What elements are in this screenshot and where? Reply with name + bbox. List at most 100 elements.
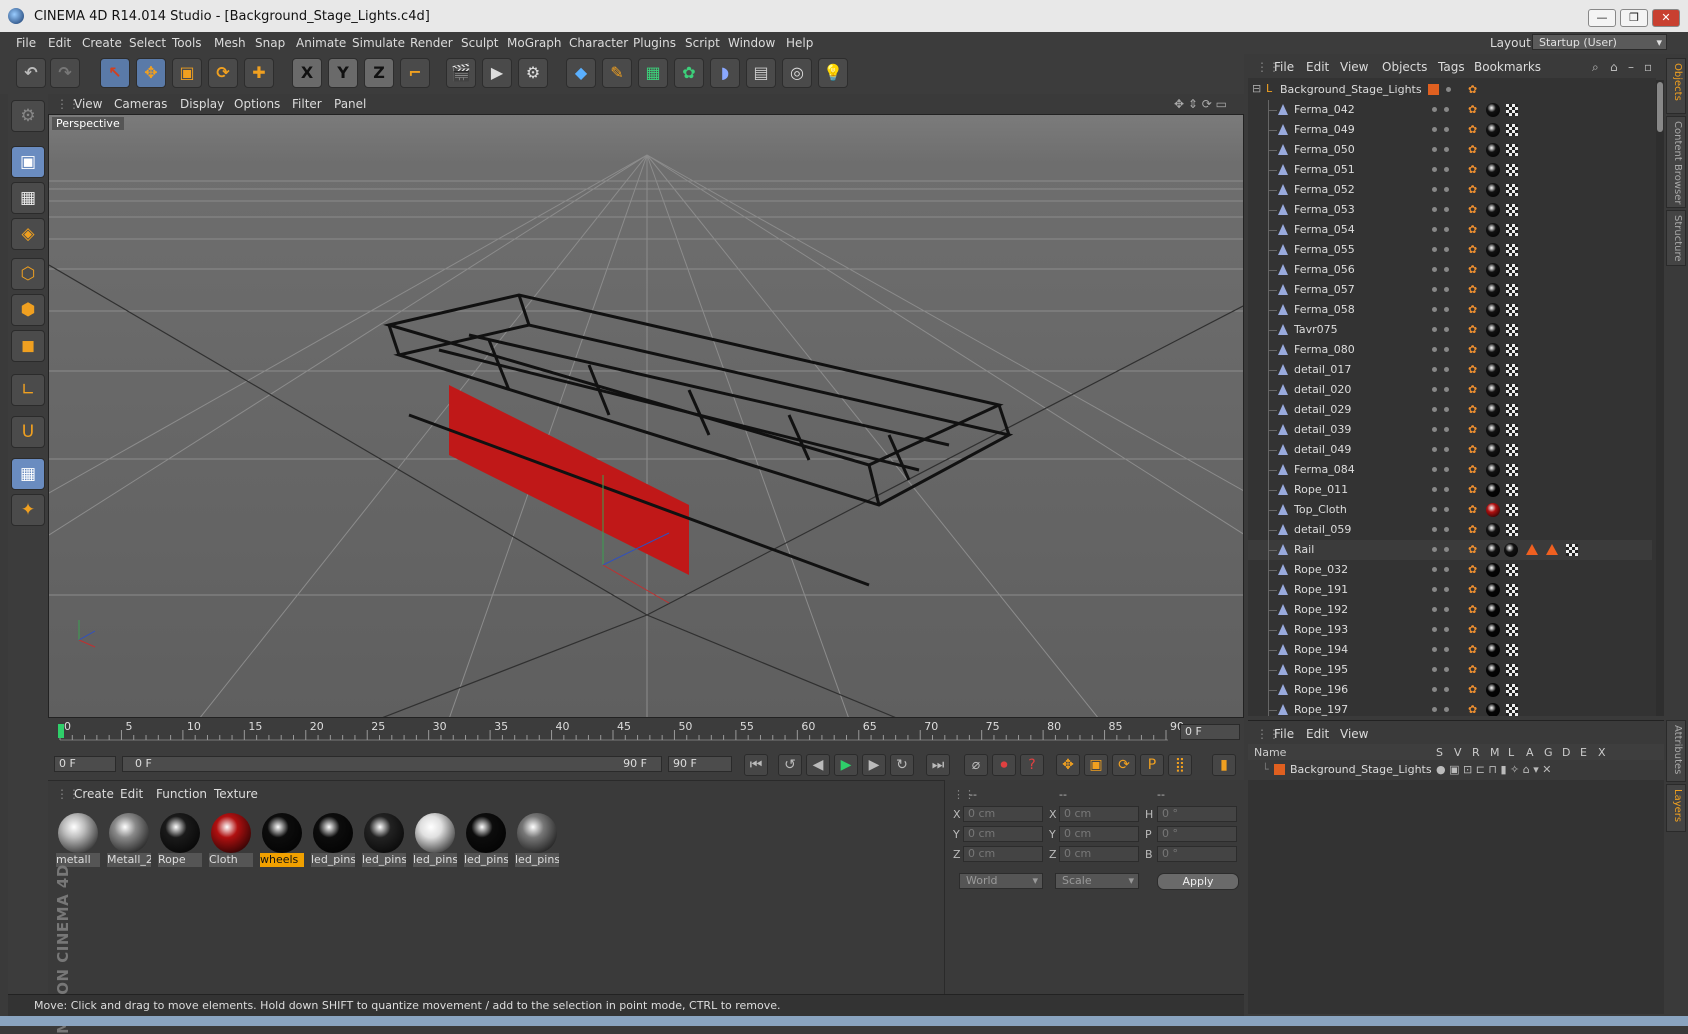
object-row[interactable]: Ferma_057 ✿ [1248, 280, 1652, 300]
viewport-menu-view[interactable]: View [74, 97, 102, 111]
material-tag-icon[interactable] [1486, 583, 1500, 597]
material-swatch[interactable]: led_pins [515, 811, 559, 867]
floor-object-button[interactable]: ▤ [746, 58, 776, 88]
editor-visibility-dot[interactable] [1432, 607, 1437, 612]
editor-visibility-dot[interactable] [1432, 707, 1437, 712]
material-tag-icon[interactable] [1486, 623, 1500, 637]
menu-plugins[interactable]: Plugins [633, 36, 676, 50]
object-tree-scrollbar[interactable] [1656, 80, 1664, 716]
objects-menu-file[interactable]: File [1274, 60, 1294, 74]
go-to-end-button[interactable]: ⏭ [926, 754, 950, 776]
object-row[interactable]: Rope_191 ✿ [1248, 580, 1652, 600]
material-tag-icon[interactable] [1486, 183, 1500, 197]
render-visibility-dot[interactable] [1444, 427, 1449, 432]
material-tag-icon[interactable] [1486, 423, 1500, 437]
render-visibility-dot[interactable] [1444, 287, 1449, 292]
viewport-menu-filter[interactable]: Filter [292, 97, 322, 111]
render-visibility-dot[interactable] [1444, 367, 1449, 372]
object-row[interactable]: detail_017 ✿ [1248, 360, 1652, 380]
material-tag-icon[interactable] [1486, 503, 1500, 517]
phong-tag-icon[interactable]: ✿ [1468, 143, 1482, 157]
object-row[interactable]: Rope_194 ✿ [1248, 640, 1652, 660]
coordinate-mode-select[interactable]: World ▾ [959, 873, 1043, 889]
uvw-tag-icon[interactable] [1506, 704, 1518, 716]
uvw-tag-icon[interactable] [1506, 244, 1518, 256]
move-tool-button[interactable]: ✥ [136, 58, 166, 88]
objects-menu-bookmarks[interactable]: Bookmarks [1474, 60, 1541, 74]
uvw-tag-icon[interactable] [1506, 424, 1518, 436]
menu-mograph[interactable]: MoGraph [507, 36, 562, 50]
editor-visibility-dot[interactable] [1432, 547, 1437, 552]
object-row[interactable]: Tavr075 ✿ [1248, 320, 1652, 340]
new-window-icon[interactable]: ▫ [1644, 60, 1652, 74]
model-mode-button[interactable]: ▣ [11, 146, 45, 178]
menu-sculpt[interactable]: Sculpt [461, 36, 498, 50]
editor-visibility-dot[interactable] [1432, 367, 1437, 372]
phong-tag-icon[interactable]: ✿ [1468, 163, 1482, 177]
search-icon[interactable]: ⌕ [1592, 60, 1599, 75]
phong-tag-icon[interactable]: ✿ [1468, 423, 1482, 437]
scale-tool-button[interactable]: ▣ [172, 58, 202, 88]
phong-tag-icon[interactable]: ✿ [1468, 283, 1482, 297]
render-visibility-dot[interactable] [1444, 627, 1449, 632]
viewport-menu-cameras[interactable]: Cameras [114, 97, 167, 111]
material-tag-icon[interactable] [1486, 243, 1500, 257]
render-view-button[interactable]: 🎬 [446, 58, 476, 88]
render-visibility-dot[interactable] [1444, 687, 1449, 692]
phong-tag-icon[interactable]: ✿ [1468, 703, 1482, 716]
object-row[interactable]: detail_059 ✿ [1248, 520, 1652, 540]
render-settings-button[interactable]: ⚙ [518, 58, 548, 88]
timeline-ruler[interactable]: 0 5 10 15 20 25 30 35 40 45 50 55 60 65 70 75 80 85 90 0 F [48, 718, 1244, 746]
material-tag-icon[interactable] [1486, 223, 1500, 237]
material-swatch[interactable]: led_pins [362, 811, 406, 867]
uvw-tag-icon[interactable] [1506, 344, 1518, 356]
uvw-tag-icon[interactable] [1506, 224, 1518, 236]
phong-tag-icon[interactable]: ✿ [1468, 483, 1482, 497]
uvw-tag-icon[interactable] [1506, 324, 1518, 336]
menu-simulate[interactable]: Simulate [352, 36, 405, 50]
uvw-tag-icon[interactable] [1506, 264, 1518, 276]
material-tag-icon[interactable] [1486, 163, 1500, 177]
render-visibility-dot[interactable] [1444, 407, 1449, 412]
editor-visibility-dot[interactable] [1432, 467, 1437, 472]
editor-visibility-dot[interactable] [1432, 187, 1437, 192]
material-tag-icon[interactable] [1486, 563, 1500, 577]
material-tag-icon[interactable] [1486, 143, 1500, 157]
key-pla-button[interactable]: ⣿ [1168, 754, 1192, 776]
z-axis-lock-button[interactable]: Z [364, 58, 394, 88]
phong-tag-icon[interactable]: ✿ [1468, 363, 1482, 377]
redo-button[interactable]: ↷ [50, 58, 80, 88]
layer-toggle-icons[interactable]: ● ▣ ⊡ ⊏ ⊓ ▮ ✧ ⌂ ▾ ✕ [1436, 763, 1551, 776]
uvw-tag-icon[interactable] [1506, 604, 1518, 616]
phong-tag-icon[interactable]: ✿ [1468, 263, 1482, 277]
uvw-tag-icon[interactable] [1506, 624, 1518, 636]
render-visibility-dot[interactable] [1444, 507, 1449, 512]
rotate-tool-button[interactable]: ⟳ [208, 58, 238, 88]
phong-tag-icon[interactable]: ✿ [1468, 503, 1482, 517]
tab-layers[interactable]: Layers [1666, 784, 1686, 832]
phong-tag-icon[interactable]: ✿ [1468, 583, 1482, 597]
phong-tag-icon[interactable]: ✿ [1468, 303, 1482, 317]
object-row[interactable]: Rope_192 ✿ [1248, 600, 1652, 620]
render-visibility-dot[interactable] [1444, 307, 1449, 312]
uvw-tag-icon[interactable] [1506, 664, 1518, 676]
phong-tag-icon[interactable]: ✿ [1468, 523, 1482, 537]
key-rotation-button[interactable]: ⟳ [1112, 754, 1136, 776]
phong-tag-icon[interactable]: ✿ [1468, 543, 1482, 557]
phong-tag-icon[interactable]: ✿ [1468, 323, 1482, 337]
object-row[interactable]: Rope_193 ✿ [1248, 620, 1652, 640]
live-selection-button[interactable]: ↖ [100, 58, 130, 88]
object-row[interactable]: Ferma_049 ✿ [1248, 120, 1652, 140]
size-x-field[interactable]: 0 cm [1059, 806, 1139, 822]
uvw-tag-icon[interactable] [1506, 464, 1518, 476]
light-object-button[interactable]: 💡 [818, 58, 848, 88]
quantize-button[interactable]: ✦ [11, 494, 45, 526]
make-editable-button[interactable]: ⚙ [11, 100, 45, 132]
object-row[interactable]: Rope_196 ✿ [1248, 680, 1652, 700]
minimize-button[interactable]: — [1588, 9, 1616, 27]
phong-tag-icon[interactable]: ✿ [1468, 563, 1482, 577]
expand-minus-icon[interactable]: ⊟ [1252, 82, 1261, 95]
menu-tools[interactable]: Tools [172, 36, 202, 50]
editor-visibility-dot[interactable] [1432, 127, 1437, 132]
material-swatch[interactable]: Cloth [209, 811, 253, 867]
